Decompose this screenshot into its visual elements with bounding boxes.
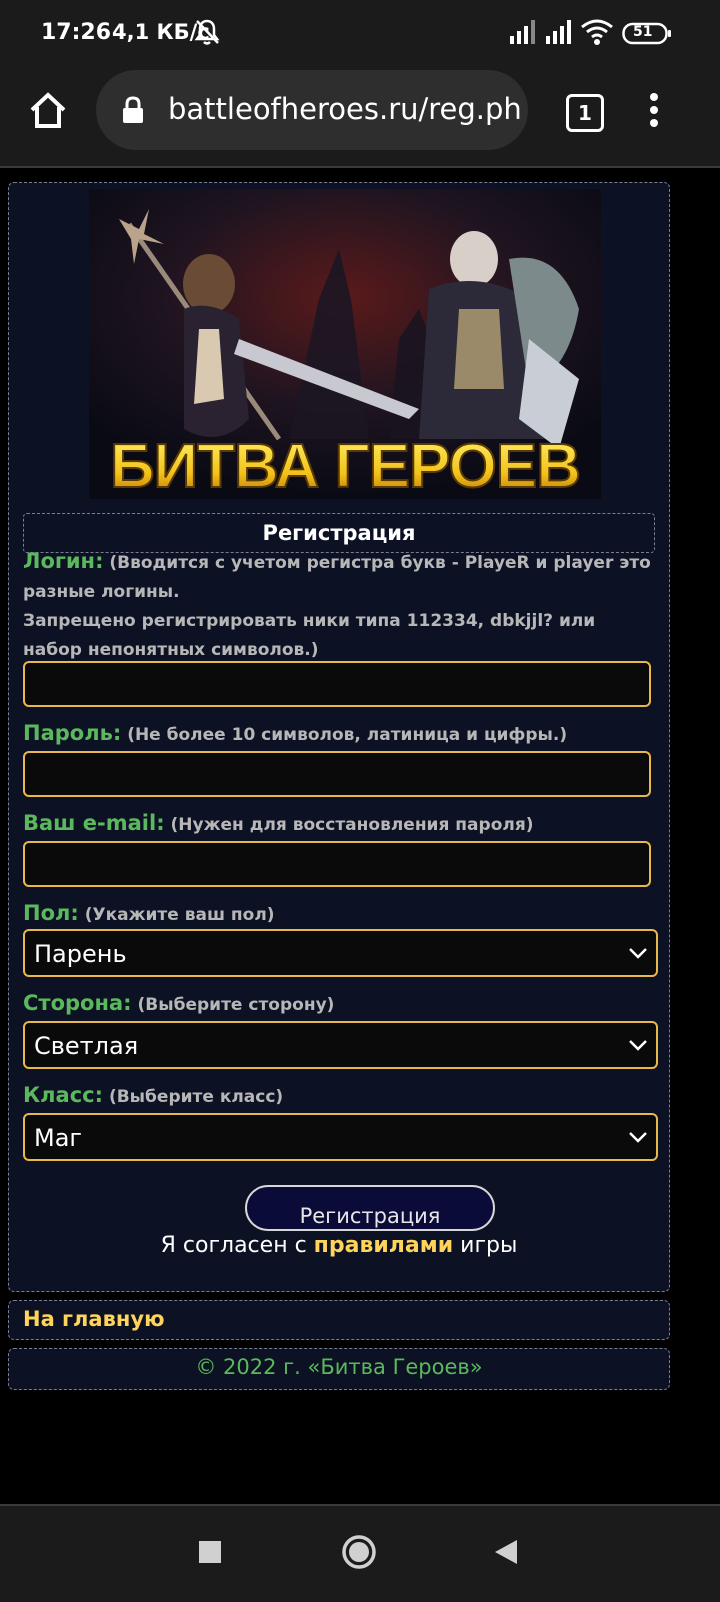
chevron-down-icon [628,943,648,967]
bell-muted-icon [194,18,220,50]
more-options-icon[interactable] [648,92,660,132]
tab-switcher-button[interactable]: 1 [566,94,604,132]
back-icon[interactable] [493,1538,519,1570]
gender-label-text: Пол: [23,901,79,925]
home-icon[interactable] [28,90,68,134]
register-button[interactable]: Регистрация [245,1185,495,1231]
rules-link[interactable]: правилами [314,1233,454,1258]
password-label: Пароль: (Не более 10 символов, латиница … [23,719,653,750]
side-hint: (Выберите сторону) [137,995,335,1015]
side-select-value: Светлая [34,1032,139,1060]
footer-panel: © 2022 г. «Битва Героев» [8,1348,670,1390]
status-time: 17:26 [41,20,112,45]
agree-prefix: Я согласен с [160,1233,307,1258]
home-circle-icon[interactable] [341,1534,377,1574]
email-input[interactable] [23,841,651,887]
gender-select-value: Парень [34,940,127,968]
login-hint-1: (Вводится с учетом регистра букв - Playe… [23,553,651,602]
class-label: Класс: (Выберите класс) [23,1081,653,1112]
login-input[interactable] [23,661,651,707]
class-select-value: Маг [34,1124,83,1152]
side-select[interactable]: Светлая [23,1021,658,1069]
class-select[interactable]: Маг [23,1113,658,1161]
game-banner: БИТВА ГЕРОЕВ [89,189,601,499]
side-label-text: Сторона: [23,991,132,1015]
status-bar: 17:26 4,1 КБ/с 51 [0,0,720,66]
browser-toolbar: battleofheroes.ru/reg.ph 1 [0,66,720,168]
gender-select[interactable]: Парень [23,929,658,977]
recents-icon[interactable] [198,1540,222,1568]
email-label: Ваш e-mail: (Нужен для восстановления па… [23,809,653,840]
terms-agreement: Я согласен с правилами игры [9,1233,669,1258]
battery-level: 51 [633,24,653,40]
banner-logo-text: БИТВА ГЕРОЕВ [110,432,580,499]
gender-hint: (Укажите ваш пол) [84,905,275,925]
password-input[interactable] [23,751,651,797]
password-label-text: Пароль: [23,721,122,745]
side-label: Сторона: (Выберите сторону) [23,989,653,1020]
home-link-panel: На главную [8,1300,670,1340]
chevron-down-icon [628,1127,648,1151]
signal-icon-2 [544,18,574,50]
class-label-text: Класс: [23,1083,104,1107]
login-label: Логин: (Вводится с учетом регистра букв … [23,547,653,665]
password-hint: (Не более 10 символов, латиница и цифры.… [127,725,568,745]
address-bar[interactable]: battleofheroes.ru/reg.ph [96,70,528,150]
gender-label: Пол: (Укажите ваш пол) [23,899,653,930]
system-nav-bar [0,1504,720,1602]
chevron-down-icon [628,1035,648,1059]
signal-icon [508,18,538,50]
login-label-text: Логин: [23,549,104,573]
login-hint-2: Запрещено регистрировать ники типа 11233… [23,611,596,660]
agree-suffix: игры [460,1233,518,1258]
home-link[interactable]: На главную [23,1307,164,1331]
email-hint: (Нужен для восстановления пароля) [170,815,534,835]
copyright-text: © 2022 г. «Битва Героев» [195,1355,483,1379]
email-label-text: Ваш e-mail: [23,811,165,835]
url-text: battleofheroes.ru/reg.ph [168,92,522,126]
registration-panel: БИТВА ГЕРОЕВ Регистрация Логин: (Вводитс… [8,182,670,1292]
lock-icon [122,96,144,128]
class-hint: (Выберите класс) [108,1087,284,1107]
wifi-icon [580,18,614,50]
